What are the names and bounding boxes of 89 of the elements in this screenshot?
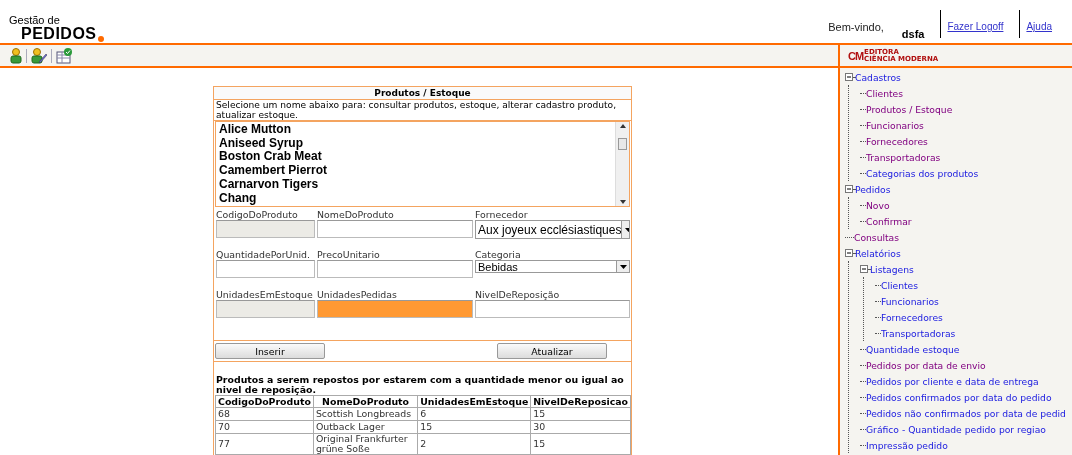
list-item[interactable]: Boston Crab Meat: [219, 150, 612, 165]
menu-link[interactable]: Pedidos por data de envio: [866, 359, 986, 371]
menu-link[interactable]: Quantidade estoque: [866, 343, 960, 355]
table-cell: Outback Lager: [313, 420, 418, 434]
action-button[interactable]: Atualizar: [497, 343, 607, 359]
field-label: UnidadesPedidas: [317, 289, 398, 300]
scroll-up-icon[interactable]: [619, 124, 626, 128]
menu-link[interactable]: Pedidos confirmados por data do pedido: [866, 391, 1052, 403]
table-cell: 30: [530, 420, 631, 434]
header-link[interactable]: Ajuda: [1020, 10, 1058, 32]
menu-link[interactable]: Transportadoras: [881, 327, 956, 339]
collapse-icon[interactable]: [860, 265, 868, 273]
caret-icon: [624, 227, 629, 232]
caret-icon: [619, 264, 627, 269]
product-list[interactable]: Alice Mutton Aniseed Syrup Boston Crab Meat Camembert Pierrot Carnarvon Tigers Chang: [215, 121, 630, 207]
menu-link[interactable]: Clientes: [866, 87, 904, 99]
menu-link[interactable]: Confirmar: [866, 215, 912, 227]
field-label: Categoria: [475, 249, 522, 260]
menu-link[interactable]: Impressão pedido: [866, 439, 948, 451]
header-link[interactable]: Fazer Logoff: [941, 10, 1010, 32]
logo-mark: CM: [848, 49, 864, 62]
table-cell: 15: [530, 407, 631, 421]
menu-link[interactable]: Pedidos por cliente e data de entrega: [866, 375, 1039, 387]
table-cell: 77: [215, 433, 314, 455]
field-label: CodigoDoProduto: [216, 209, 299, 220]
input-field[interactable]: [317, 260, 473, 278]
user-name: dsfa: [900, 27, 926, 40]
table-cell: 15: [417, 420, 531, 434]
dropdown[interactable]: Aux joyeux ecclésiastiques: [475, 220, 630, 239]
menu-link[interactable]: Pedidos: [855, 183, 891, 195]
instructions-text: Selecione um nome abaixo para: consultar produtos, estoque, alterar cadastro produto, atualizar estoque.: [214, 100, 631, 121]
scroll-down-icon[interactable]: [619, 200, 626, 204]
collapse-icon[interactable]: [845, 73, 853, 81]
table-cell: Original Frankfurter grüne Soße: [313, 433, 418, 455]
menu-link[interactable]: Pedidos não confirmados por data de pedid: [866, 407, 1066, 419]
list-item[interactable]: Carnarvon Tigers: [219, 177, 612, 192]
field-label: PrecoUnitario: [317, 249, 381, 260]
edit-user-icon[interactable]: [31, 47, 47, 64]
table-cell: Scottish Longbreads: [313, 407, 418, 421]
action-button[interactable]: Inserir: [215, 343, 325, 359]
table-cell: 68: [215, 407, 314, 421]
scrollbar[interactable]: [615, 122, 629, 206]
dropdown[interactable]: Bebidas: [475, 260, 630, 273]
table-cell: 2: [417, 433, 531, 455]
welcome-text: Bem-vindo,: [828, 20, 884, 33]
list-item[interactable]: Alice Mutton: [219, 123, 612, 137]
list-item[interactable]: Aniseed Syrup: [219, 136, 612, 151]
input-field[interactable]: [475, 300, 630, 318]
input-field[interactable]: [317, 220, 473, 238]
scroll-thumb[interactable]: [618, 138, 627, 150]
column-header: CodigoDoProduto: [215, 395, 314, 408]
logo-dot-icon: [97, 36, 104, 42]
restock-note: Produtos a serem repostos por estarem com a quantidade menor ou igual ao nivel de reposição.: [215, 373, 625, 395]
logo-subtitle: Gestão de: [9, 14, 61, 26]
field-label: QuantidadePorUnid.: [216, 249, 311, 260]
column-header: NomeDoProduto: [313, 395, 418, 408]
list-item[interactable]: Camembert Pierrot: [219, 164, 612, 178]
table-cell: 6: [417, 407, 531, 421]
menu-link[interactable]: Transportadoras: [866, 151, 941, 163]
menu-link[interactable]: Fornecedores: [866, 135, 928, 147]
menu-link[interactable]: Categorias dos produtos: [866, 167, 979, 179]
panel-title: Produtos / Estoque: [214, 87, 631, 100]
field-label: NivelDeReposição: [475, 289, 561, 300]
list-item[interactable]: Chang: [219, 191, 612, 206]
input-field[interactable]: [216, 260, 315, 278]
table-cell: 15: [530, 433, 631, 455]
field-label: UnidadesEmEstoque: [216, 289, 314, 300]
collapse-icon[interactable]: [845, 249, 853, 257]
column-header: UnidadesEmEstoque: [417, 395, 531, 408]
logo-title: PEDIDOS: [21, 26, 97, 42]
field-label: Fornecedor: [475, 209, 529, 220]
table-check-icon[interactable]: [56, 47, 73, 64]
menu-link[interactable]: Produtos / Estoque: [866, 103, 953, 115]
menu-link[interactable]: Gráfico - Quantidade pedido por regiao: [866, 423, 1046, 435]
menu-link[interactable]: Clientes: [881, 279, 919, 291]
column-header: NivelDeReposicao: [530, 395, 631, 408]
table-cell: 70: [215, 420, 314, 434]
menu-link[interactable]: Fornecedores: [881, 311, 943, 323]
menu-link[interactable]: Funcionarios: [881, 295, 939, 307]
menu-link[interactable]: Cadastros: [855, 71, 901, 83]
menu-link[interactable]: Consultas: [854, 231, 900, 243]
menu-link[interactable]: Listagens: [870, 263, 914, 275]
user-icon[interactable]: [10, 47, 22, 64]
collapse-icon[interactable]: [845, 185, 853, 193]
menu-link[interactable]: Relatórios: [855, 247, 901, 259]
field-label: NomeDoProduto: [317, 209, 395, 220]
menu-link[interactable]: Funcionarios: [866, 119, 924, 131]
input-field[interactable]: [317, 300, 473, 318]
menu-link[interactable]: Novo: [866, 199, 890, 211]
